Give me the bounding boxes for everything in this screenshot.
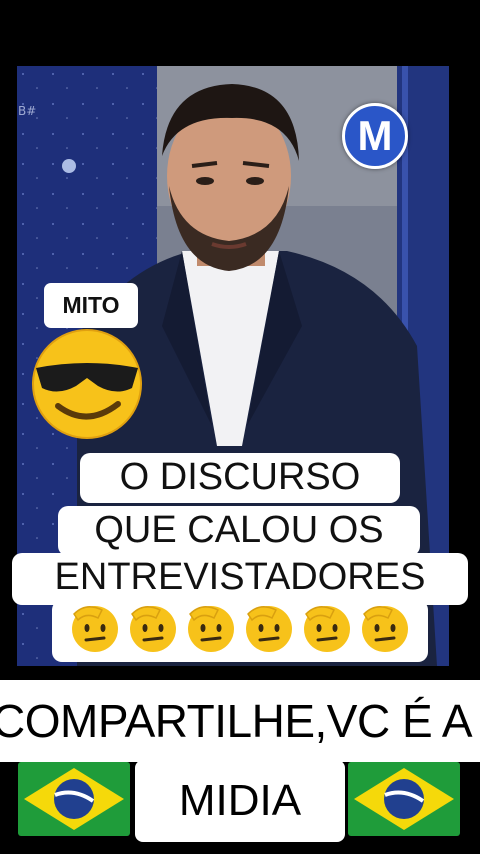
midia-label: MIDIA bbox=[135, 760, 345, 842]
brazil-flag-icon bbox=[348, 762, 460, 836]
brazil-flag-icon bbox=[18, 762, 130, 836]
mito-sticker-label: MITO bbox=[44, 283, 138, 328]
smiling-face-with-sunglasses-icon bbox=[32, 329, 142, 439]
channel-corner-tag: B# bbox=[18, 104, 37, 118]
share-banner: COMPARTILHE,VC É A bbox=[0, 680, 480, 762]
channel-badge: M bbox=[342, 103, 408, 169]
share-banner-text: COMPARTILHE,VC É A bbox=[0, 695, 473, 747]
